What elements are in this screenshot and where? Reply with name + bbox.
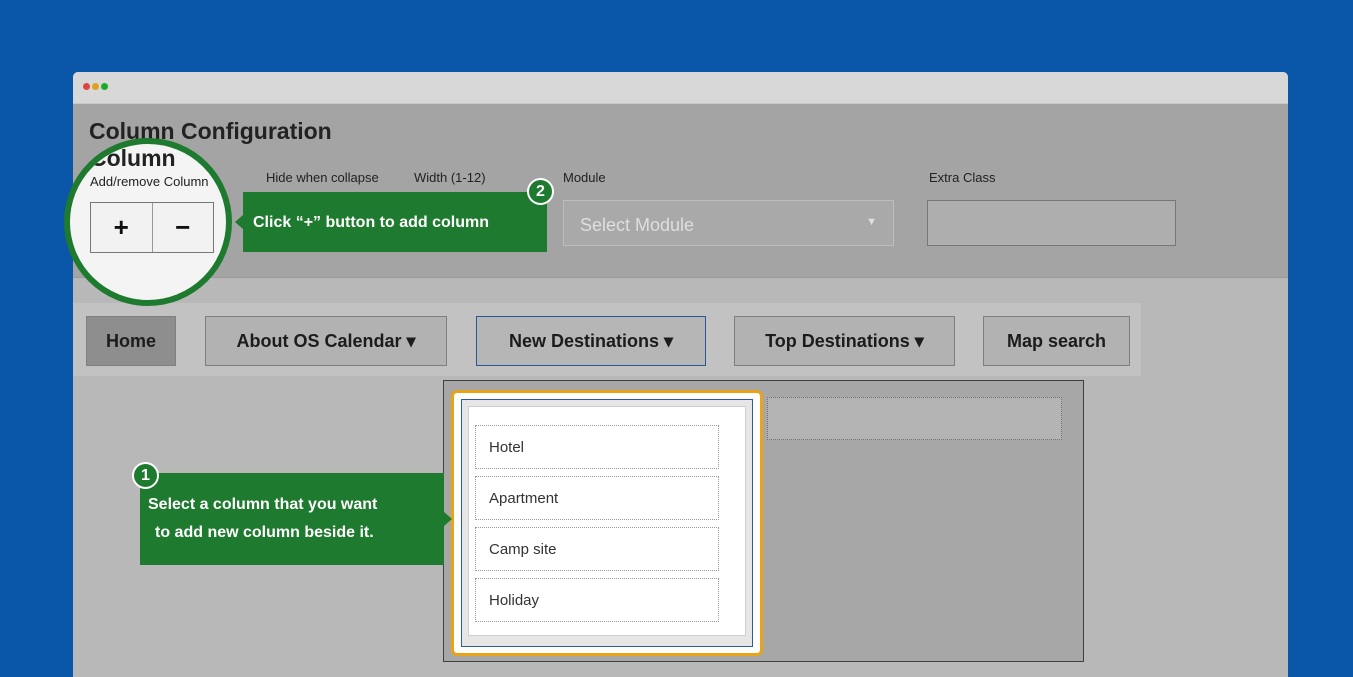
list-item-camp-site[interactable]: Camp site (475, 527, 719, 571)
step-1-badge: 1 (132, 462, 159, 489)
list-item-apartment[interactable]: Apartment (475, 476, 719, 520)
list-item-holiday[interactable]: Holiday (475, 578, 719, 622)
remove-column-button[interactable]: − (151, 203, 214, 252)
nav-item-map-search[interactable]: Map search (983, 316, 1130, 366)
nav-item-top-destinations[interactable]: Top Destinations ▾ (734, 316, 955, 366)
app-window: Column Configuration Add/remove Column H… (73, 72, 1288, 677)
tooltip-step-1: Select a column that you want to add new… (140, 473, 452, 565)
nav-item-new-destinations[interactable]: New Destinations ▾ (476, 316, 706, 366)
zoom-magnifier: Column Add/remove Column + − (64, 138, 232, 306)
tooltip-step-1-line-1: Select a column that you want (148, 496, 378, 513)
cutoff-row (480, 670, 1280, 677)
module-label: Module (563, 170, 606, 185)
width-label: Width (1-12) (414, 170, 486, 185)
window-titlebar (73, 72, 1288, 104)
module-select-placeholder: Select Module (580, 215, 695, 235)
close-window-icon[interactable] (83, 83, 90, 90)
nav-item-home[interactable]: Home (86, 316, 176, 366)
maximize-window-icon[interactable] (101, 83, 108, 90)
mega-menu-dropdown: Hotel Apartment Camp site Holiday (443, 380, 1084, 662)
minimize-window-icon[interactable] (92, 83, 99, 90)
add-remove-buttons: + − (90, 202, 214, 253)
empty-column-slot[interactable] (767, 397, 1062, 440)
extra-class-label: Extra Class (929, 170, 996, 185)
chevron-down-icon: ▼ (866, 216, 877, 228)
nav-item-about[interactable]: About OS Calendar ▾ (205, 316, 447, 366)
step-2-badge: 2 (527, 178, 554, 205)
tooltip-step-1-line-2: to add new column beside it. (155, 524, 374, 541)
module-select[interactable]: Select Module ▼ (563, 200, 894, 246)
magnified-add-remove-label: Add/remove Column (90, 174, 209, 189)
list-item-hotel[interactable]: Hotel (475, 425, 719, 469)
tooltip-step-2: Click “+” button to add column (235, 192, 547, 252)
extra-class-input[interactable] (927, 200, 1176, 246)
magnified-title: Column (90, 145, 176, 171)
tooltip-step-2-text: Click “+” button to add column (253, 214, 489, 231)
selected-column[interactable]: Hotel Apartment Camp site Holiday (451, 390, 763, 656)
menu-bar: Home About OS Calendar ▾ New Destination… (73, 303, 1141, 376)
add-column-button[interactable]: + (91, 203, 152, 252)
hide-collapse-label: Hide when collapse (266, 170, 379, 185)
